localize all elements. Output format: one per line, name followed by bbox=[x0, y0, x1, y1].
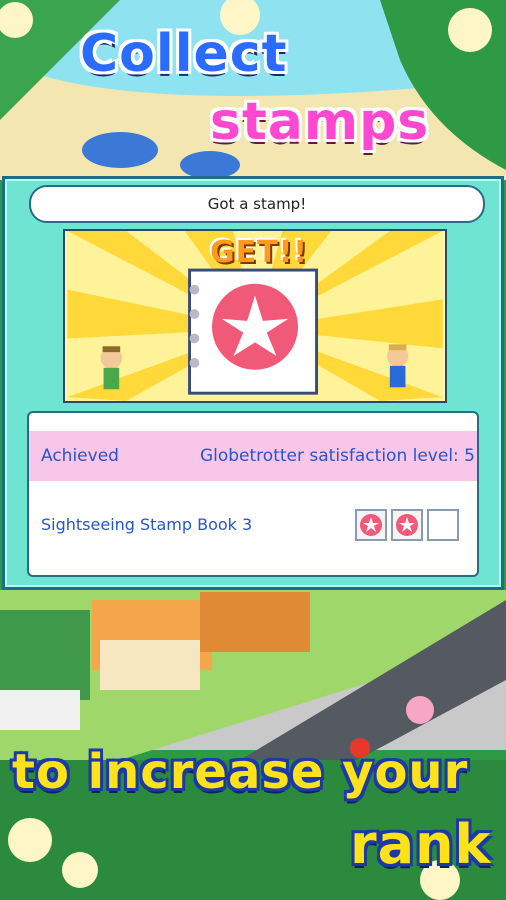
headline-stamps: stamps bbox=[210, 92, 430, 152]
stamp-dialog: Got a stamp! GET!! Achieved Globetrotter… bbox=[2, 176, 504, 590]
achieved-label: Achieved bbox=[41, 446, 119, 466]
stamp-slot-filled bbox=[355, 509, 387, 541]
headline-increase: to increase your bbox=[12, 744, 469, 800]
get-banner: GET!! bbox=[210, 235, 308, 270]
stamp-book-label: Sightseeing Stamp Book 3 bbox=[41, 515, 253, 534]
dialog-title: Got a stamp! bbox=[29, 185, 485, 223]
headline-collect: Collect bbox=[80, 24, 288, 84]
stamp-slot-filled bbox=[391, 509, 423, 541]
stamp-get-scene: GET!! bbox=[63, 229, 447, 403]
hibiscus-stamp-icon bbox=[396, 514, 418, 536]
stamp-slot-empty bbox=[427, 509, 459, 541]
stamp-slots bbox=[355, 509, 459, 541]
achieved-value: Globetrotter satisfaction level: 5 bbox=[199, 446, 475, 466]
stamp-info-panel: Achieved Globetrotter satisfaction level… bbox=[27, 411, 479, 577]
headline-rank: rank bbox=[350, 813, 492, 876]
hibiscus-stamp-icon bbox=[360, 514, 382, 536]
achieved-row: Achieved Globetrotter satisfaction level… bbox=[29, 431, 477, 481]
